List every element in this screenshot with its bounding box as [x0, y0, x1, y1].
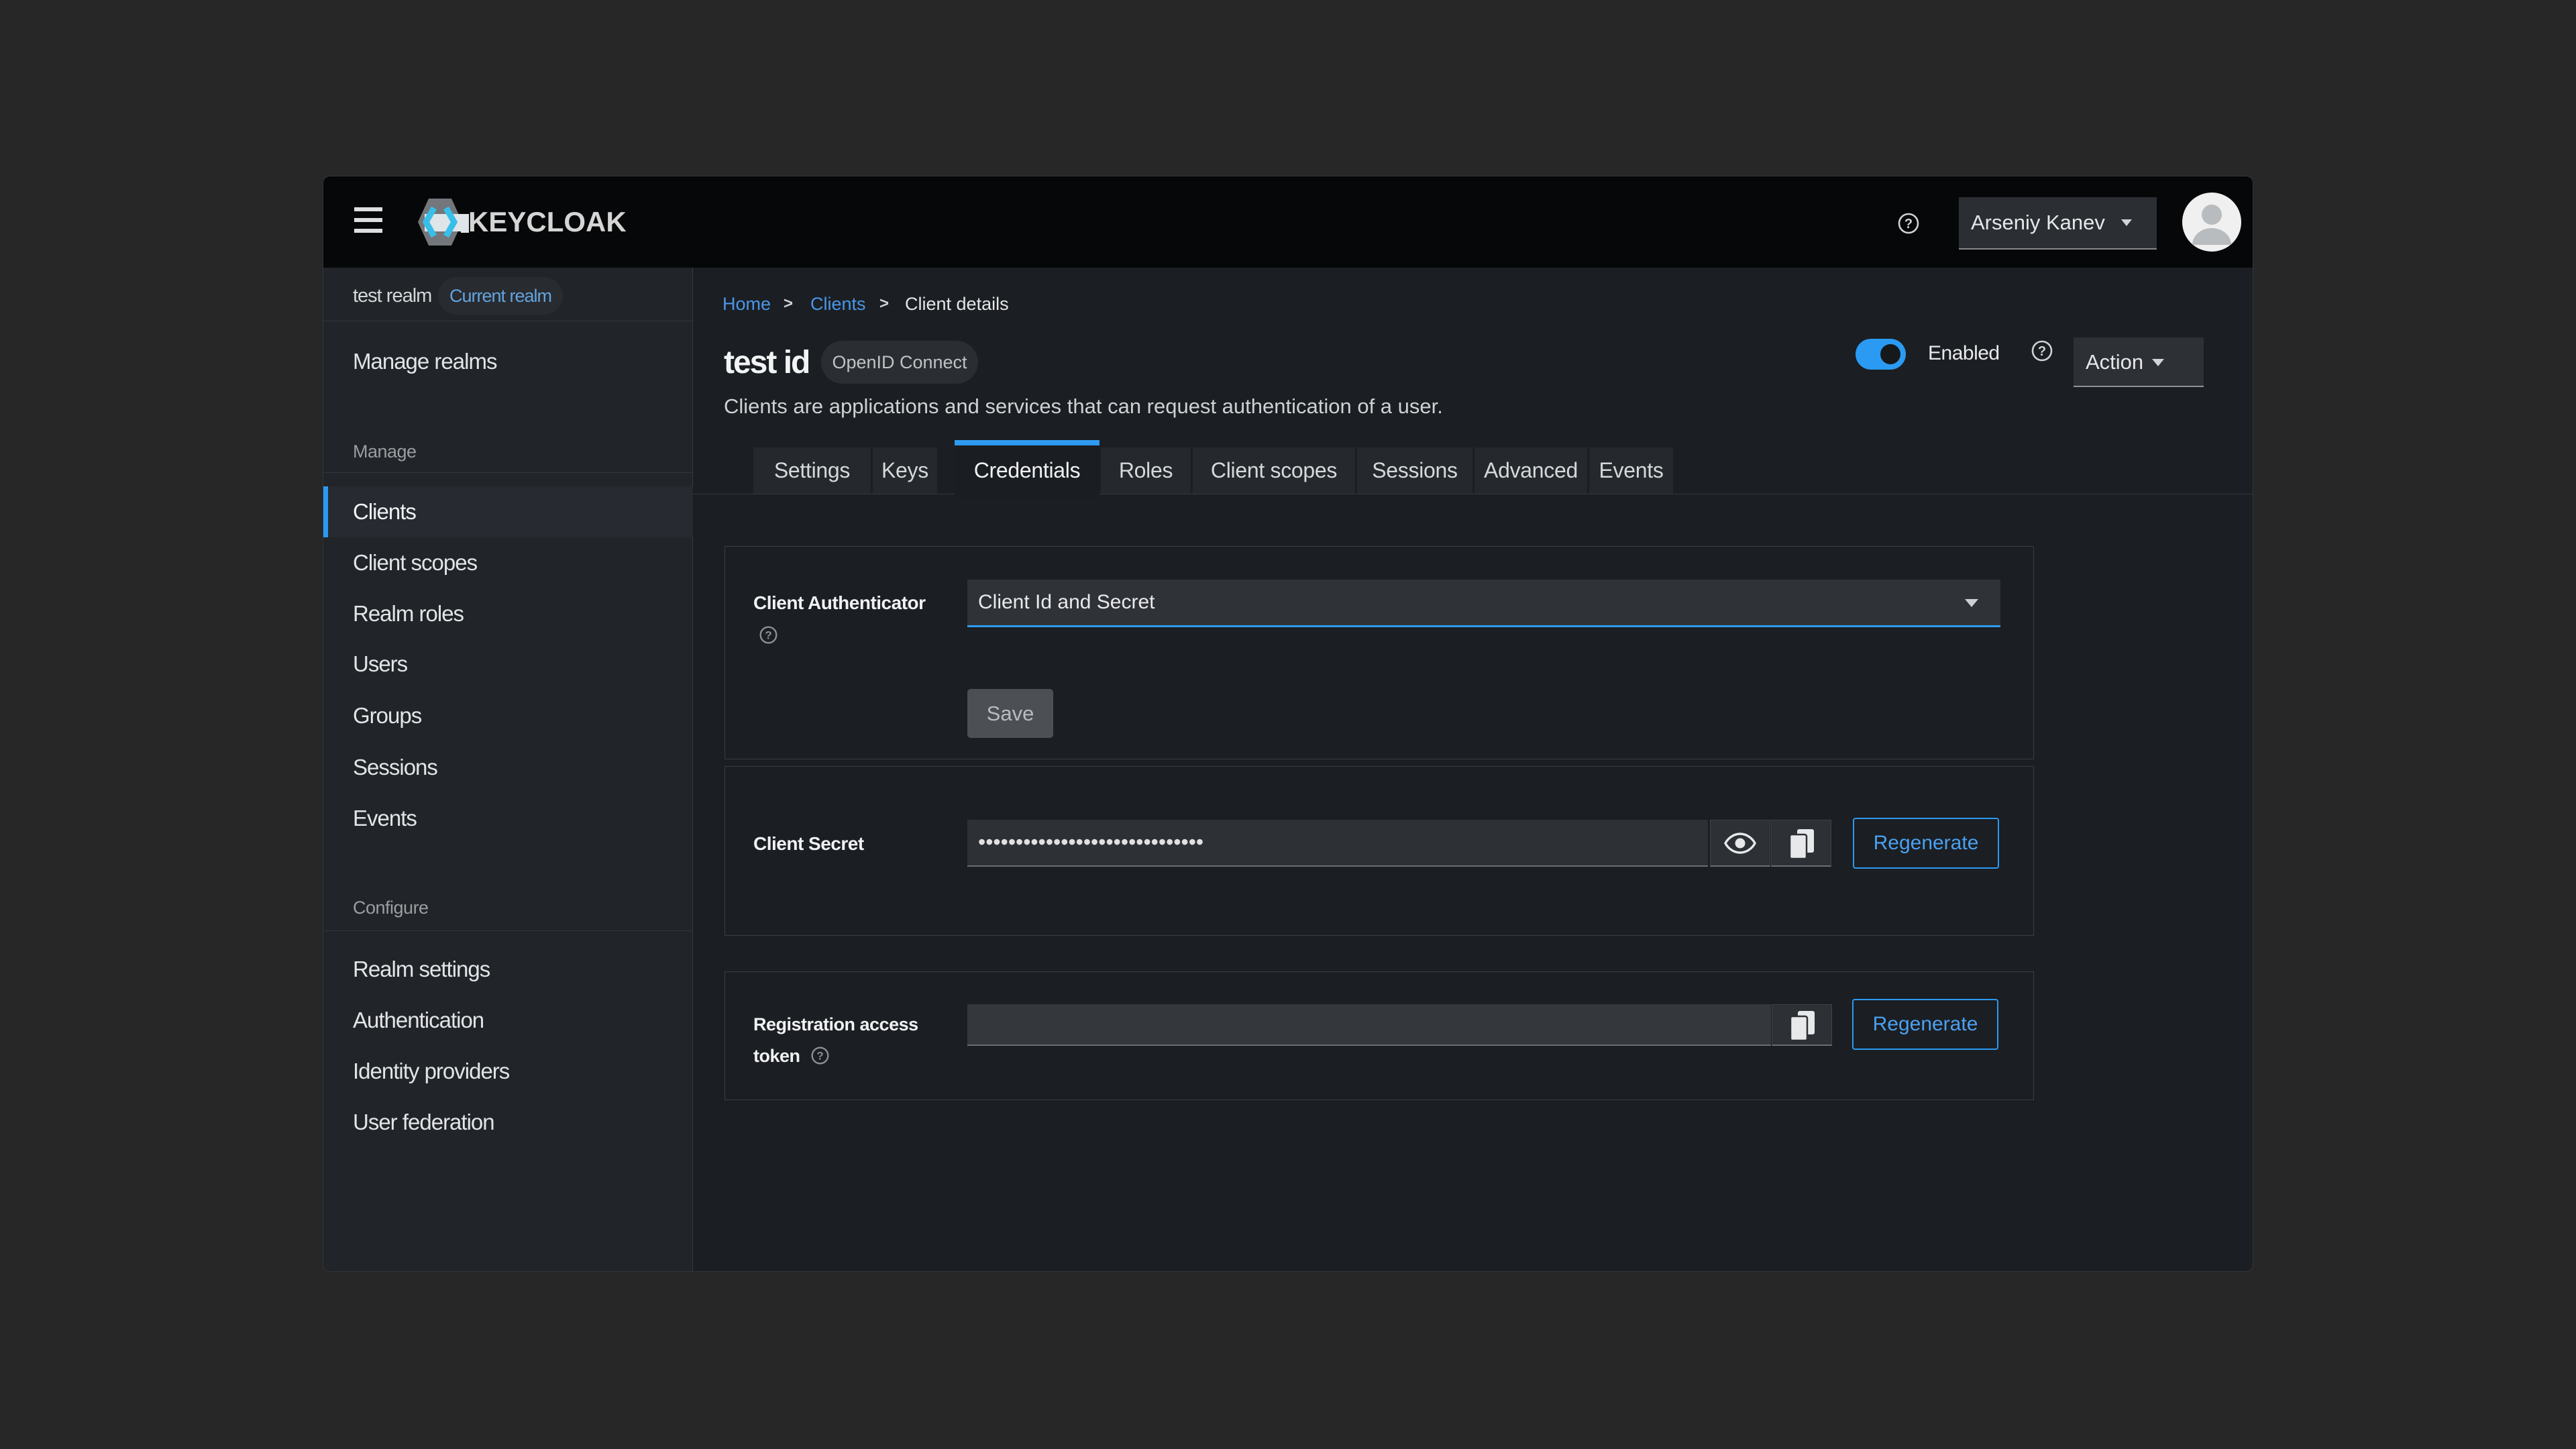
svg-text:?: ?: [2038, 344, 2046, 359]
svg-text:?: ?: [816, 1049, 823, 1062]
svg-text:?: ?: [765, 629, 771, 641]
svg-text:?: ?: [1904, 217, 1913, 231]
